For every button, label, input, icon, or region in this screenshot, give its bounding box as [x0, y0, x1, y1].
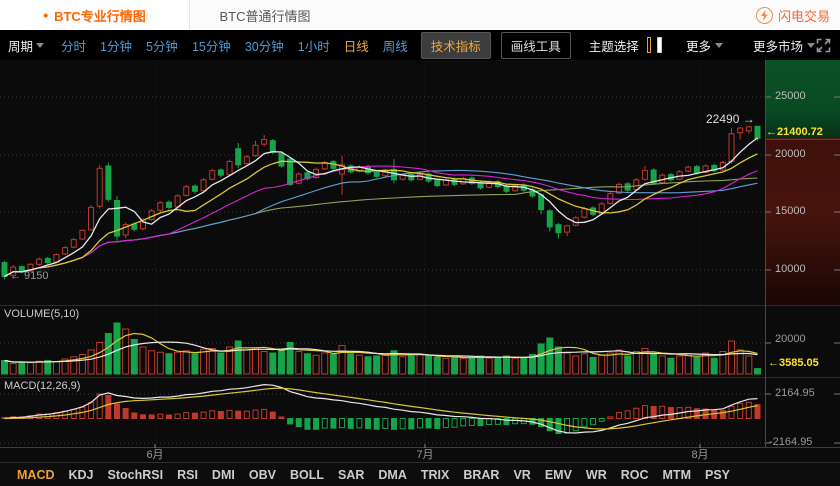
period-option[interactable]: 日线 — [344, 36, 369, 55]
active-tab-bullet-icon: • — [43, 8, 48, 22]
tab-btc-pro-chart[interactable]: • BTC专业行情图 — [0, 0, 190, 30]
indicator-tab-roc[interactable]: ROC — [614, 468, 656, 482]
volume-series — [2, 323, 761, 374]
indicator-tab-wr[interactable]: WR — [579, 468, 614, 482]
macd-axis-tick: -2164.95 — [769, 436, 812, 449]
period-option[interactable]: 15分钟 — [192, 36, 231, 55]
tab-btc-normal-chart-label: BTC普通行情图 — [219, 6, 310, 25]
indicator-tab-brar[interactable]: BRAR — [456, 468, 506, 482]
time-axis-label: 8月 — [691, 449, 708, 462]
time-axis-label: 6月 — [146, 449, 163, 462]
indicator-tab-dma[interactable]: DMA — [371, 468, 413, 482]
candlestick-series — [2, 126, 760, 279]
indicator-tab-dmi[interactable]: DMI — [205, 468, 242, 482]
trading-app: • BTC专业行情图 BTC普通行情图 闪电交易 周期 分时 1分钟 5分钟 15分钟… — [0, 0, 840, 486]
indicator-tab-psy[interactable]: PSY — [698, 468, 737, 482]
volume-current-label: ←3585.05 — [768, 357, 819, 370]
chart-toolbar: 周期 分时 1分钟 5分钟 15分钟 30分钟 1小时日线周线 技术指标 画线工具 主题选… — [0, 30, 840, 60]
macd-histogram — [2, 394, 760, 433]
macd-axis-tick: 2164.95 — [775, 387, 815, 400]
indicator-tab-stochrsi[interactable]: StochRSI — [101, 468, 171, 482]
period-option[interactable]: 5分钟 — [146, 36, 178, 55]
period-option[interactable]: 周线 — [383, 36, 408, 55]
tab-btc-pro-chart-label: BTC专业行情图 — [54, 6, 146, 25]
chart-area: 25000 20000 15000 10000 22490 → ← 9150 ←214… — [0, 60, 840, 462]
more-dropdown-label: 更多 — [686, 36, 711, 55]
theme-select-label: 主题选择 — [589, 36, 639, 55]
more-markets-label: 更多市场 — [753, 36, 803, 55]
period-option[interactable]: 1小时 — [298, 36, 330, 55]
indicator-tab-trix[interactable]: TRIX — [414, 468, 456, 482]
period-dropdown[interactable]: 周期 — [8, 36, 44, 55]
technical-indicator-button[interactable]: 技术指标 — [421, 32, 491, 59]
indicator-tab-rsi[interactable]: RSI — [170, 468, 205, 482]
time-axis: 6月 7月 8月 — [0, 449, 765, 462]
period-list: 分时 1分钟 5分钟 15分钟 30分钟 1小时日线周线 — [61, 36, 408, 55]
lightning-trade-button[interactable]: 闪电交易 — [756, 0, 830, 30]
tab-btc-normal-chart[interactable]: BTC普通行情图 — [190, 0, 340, 30]
fullscreen-expand-icon[interactable] — [815, 37, 832, 54]
lightning-bolt-icon — [756, 7, 773, 24]
indicator-tab-vr[interactable]: VR — [506, 468, 537, 482]
indicator-tab-macd[interactable]: MACD — [10, 468, 62, 482]
indicator-tab-emv[interactable]: EMV — [538, 468, 579, 482]
macd-pane-title: MACD(12,26,9) — [4, 380, 80, 392]
volume-axis-tick: 20000 — [775, 333, 806, 346]
period-dropdown-label: 周期 — [8, 36, 33, 55]
lightning-trade-label: 闪电交易 — [778, 6, 830, 25]
tabbar-spacer — [340, 0, 756, 30]
price-axis-tick: 15000 — [775, 205, 806, 218]
price-axis-tick: 20000 — [775, 148, 806, 161]
current-price-label: ←21400.72 — [766, 126, 823, 139]
volume-pane-title: VOLUME(5,10) — [4, 308, 79, 320]
chevron-down-icon — [715, 43, 723, 48]
theme-swatch-light[interactable] — [657, 37, 662, 53]
high-annotation: 22490 → — [706, 113, 755, 126]
theme-swatch-dark[interactable] — [647, 37, 652, 53]
period-option[interactable]: 30分钟 — [245, 36, 284, 55]
chevron-down-icon — [807, 43, 815, 48]
indicator-tab-bar: MACDKDJStochRSIRSIDMIOBVBOLLSARDMATRIXBR… — [0, 462, 840, 486]
indicator-tab-kdj[interactable]: KDJ — [62, 468, 101, 482]
indicator-tab-boll[interactable]: BOLL — [283, 468, 331, 482]
price-axis-tick: 25000 — [775, 90, 806, 103]
indicator-tab-mtm[interactable]: MTM — [656, 468, 698, 482]
more-markets-dropdown[interactable]: 更多市场 — [753, 36, 815, 55]
indicator-tab-obv[interactable]: OBV — [242, 468, 283, 482]
period-option[interactable]: 1分钟 — [100, 36, 132, 55]
indicator-tab-sar[interactable]: SAR — [331, 468, 371, 482]
period-option[interactable]: 分时 — [61, 36, 86, 55]
low-annotation: ← 9150 — [10, 270, 49, 283]
price-axis-tick: 10000 — [775, 263, 806, 276]
drawing-tools-button[interactable]: 画线工具 — [501, 32, 571, 59]
more-dropdown[interactable]: 更多 — [686, 36, 723, 55]
top-tab-bar: • BTC专业行情图 BTC普通行情图 闪电交易 — [0, 0, 840, 30]
chevron-down-icon — [36, 43, 44, 48]
time-axis-label: 7月 — [416, 449, 433, 462]
